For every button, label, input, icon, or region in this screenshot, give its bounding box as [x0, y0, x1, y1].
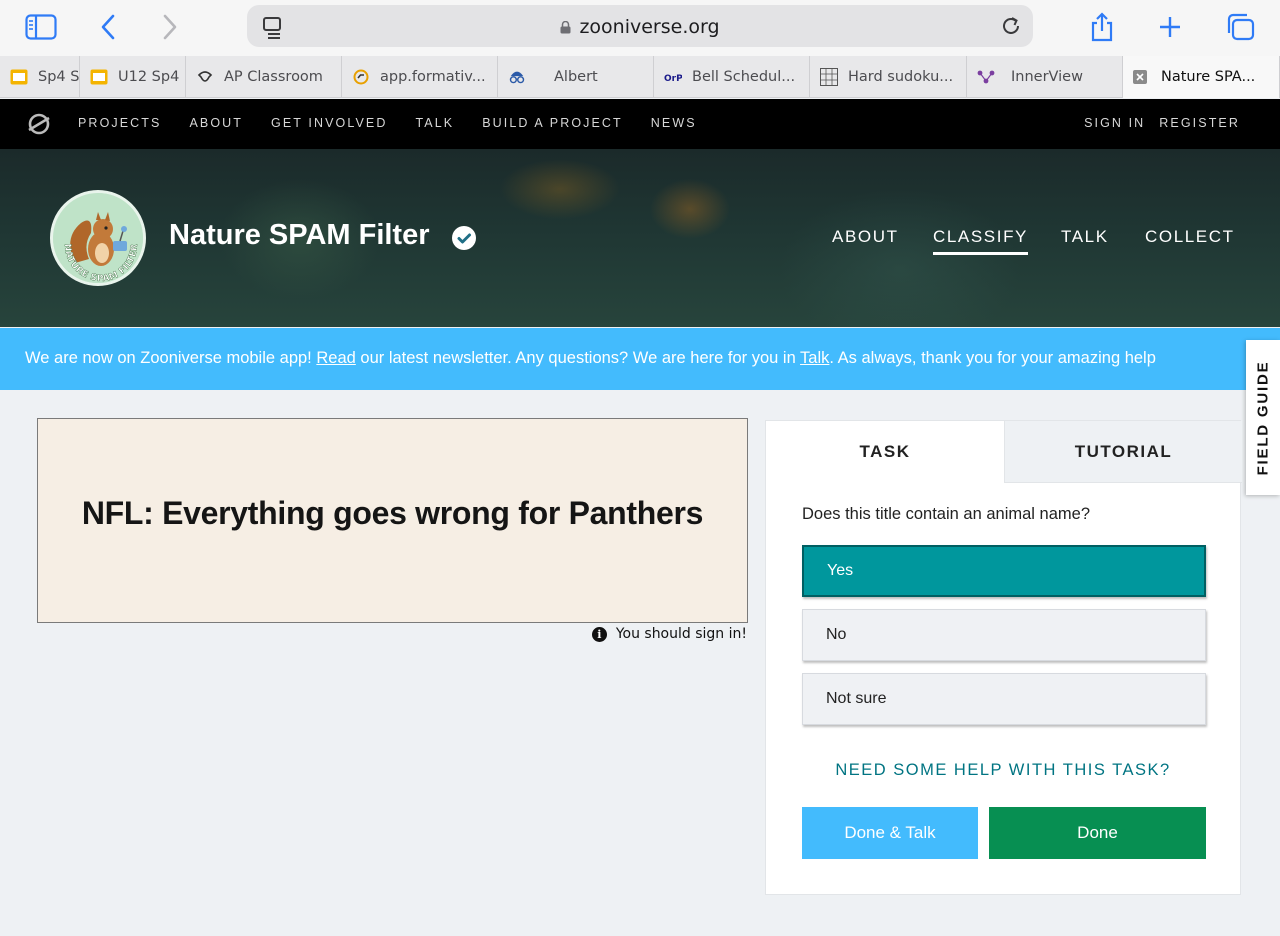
nav-projects[interactable]: PROJECTS: [78, 116, 161, 130]
acorn-icon: [196, 68, 214, 86]
bell-schedule-icon: OrPO: [664, 68, 682, 86]
new-tab-icon[interactable]: [1157, 12, 1183, 42]
announcement-text: We are now on Zooniverse mobile app!: [25, 349, 317, 367]
sign-in-note-text: You should sign in!: [615, 626, 747, 642]
tab-overview-icon[interactable]: [1224, 12, 1256, 42]
talk-link[interactable]: Talk: [800, 349, 829, 367]
field-guide-tab[interactable]: FIELD GUIDE: [1246, 340, 1280, 495]
sign-in-note: i You should sign in!: [591, 626, 747, 642]
nav-about[interactable]: ABOUT: [189, 116, 243, 130]
slides-icon: [10, 68, 28, 86]
project-header: NATURE SPAM FILTER Nature SPAM Filter AB…: [0, 149, 1280, 327]
grid-icon: [820, 68, 838, 86]
tab-task[interactable]: TASK: [766, 421, 1004, 483]
zooniverse-logo-icon[interactable]: [27, 112, 51, 136]
subject-headline: NFL: Everything goes wrong for Panthers: [81, 495, 704, 531]
project-nav-classify[interactable]: CLASSIFY: [933, 227, 1028, 255]
newsletter-link[interactable]: Read: [316, 349, 355, 367]
sign-in-link[interactable]: SIGN IN: [1084, 116, 1145, 130]
nav-get-involved[interactable]: GET INVOLVED: [271, 116, 387, 130]
forward-icon[interactable]: [160, 12, 180, 42]
browser-tabs: Sp4 S U12 Sp4 AP Classroom app.formativ.…: [0, 56, 1280, 98]
field-guide-label: FIELD GUIDE: [1254, 360, 1272, 475]
address-bar[interactable]: zooniverse.org: [247, 5, 1033, 47]
avatar-ring-text: NATURE SPAM FILTER: [62, 243, 140, 284]
url-text: zooniverse.org: [247, 16, 1033, 38]
nav-news[interactable]: NEWS: [651, 116, 697, 130]
verified-badge-icon: [452, 226, 476, 250]
browser-tab[interactable]: Hard sudoku...: [810, 56, 967, 98]
done-and-talk-button[interactable]: Done & Talk: [802, 807, 978, 859]
answer-yes[interactable]: Yes: [802, 545, 1206, 597]
slides-icon: [90, 68, 108, 86]
formative-icon: [352, 68, 370, 86]
project-nav-about[interactable]: ABOUT: [832, 227, 899, 247]
browser-tab[interactable]: OrPOBell Schedul...: [654, 56, 810, 98]
browser-tab-active[interactable]: Nature SPA...: [1123, 56, 1280, 98]
browser-tab[interactable]: app.formativ...: [342, 56, 498, 98]
answer-no[interactable]: No: [802, 609, 1206, 661]
close-icon[interactable]: [1131, 68, 1149, 86]
svg-text:NATURE SPAM FILTER: NATURE SPAM FILTER: [62, 243, 140, 284]
announcement-banner: We are now on Zooniverse mobile app! Rea…: [0, 328, 1280, 390]
announcement-text: our latest newsletter. Any questions? We…: [355, 349, 801, 367]
done-button[interactable]: Done: [989, 807, 1206, 859]
sidebar-toggle-icon[interactable]: [24, 12, 58, 42]
browser-tab[interactable]: InnerView: [967, 56, 1123, 98]
task-panel: TASK TUTORIAL Does this title contain an…: [765, 420, 1242, 895]
back-icon[interactable]: [98, 12, 118, 42]
reload-icon[interactable]: [999, 11, 1023, 41]
register-link[interactable]: REGISTER: [1159, 116, 1240, 130]
announcement-text: . As always, thank you for your amazing …: [829, 349, 1156, 367]
task-question: Does this title contain an animal name?: [802, 505, 1090, 523]
lock-icon: [560, 21, 571, 34]
browser-toolbar: zooniverse.org: [0, 0, 1280, 56]
project-nav-collect[interactable]: COLLECT: [1145, 227, 1235, 247]
browser-tab[interactable]: Sp4 S: [0, 56, 80, 98]
subject-image: NFL: Everything goes wrong for Panthers: [37, 418, 748, 623]
browser-tab[interactable]: U12 Sp4: [80, 56, 186, 98]
innerview-icon: [977, 68, 995, 86]
project-title: Nature SPAM Filter: [169, 219, 430, 251]
info-icon: i: [591, 626, 607, 642]
browser-tab[interactable]: AP Classroom: [186, 56, 342, 98]
share-icon[interactable]: [1088, 12, 1116, 42]
tab-tutorial[interactable]: TUTORIAL: [1004, 421, 1242, 483]
albert-icon: [508, 68, 526, 86]
nav-talk[interactable]: TALK: [415, 116, 454, 130]
project-avatar[interactable]: NATURE SPAM FILTER: [50, 190, 146, 286]
task-help-link[interactable]: NEED SOME HELP WITH THIS TASK?: [766, 761, 1240, 780]
nav-build-a-project[interactable]: BUILD A PROJECT: [482, 116, 623, 130]
answer-not-sure[interactable]: Not sure: [802, 673, 1206, 725]
project-nav-talk[interactable]: TALK: [1061, 227, 1109, 247]
svg-text:OrPO: OrPO: [664, 74, 682, 83]
site-nav: PROJECTS ABOUT GET INVOLVED TALK BUILD A…: [0, 99, 1280, 149]
browser-tab[interactable]: Albert: [498, 56, 654, 98]
